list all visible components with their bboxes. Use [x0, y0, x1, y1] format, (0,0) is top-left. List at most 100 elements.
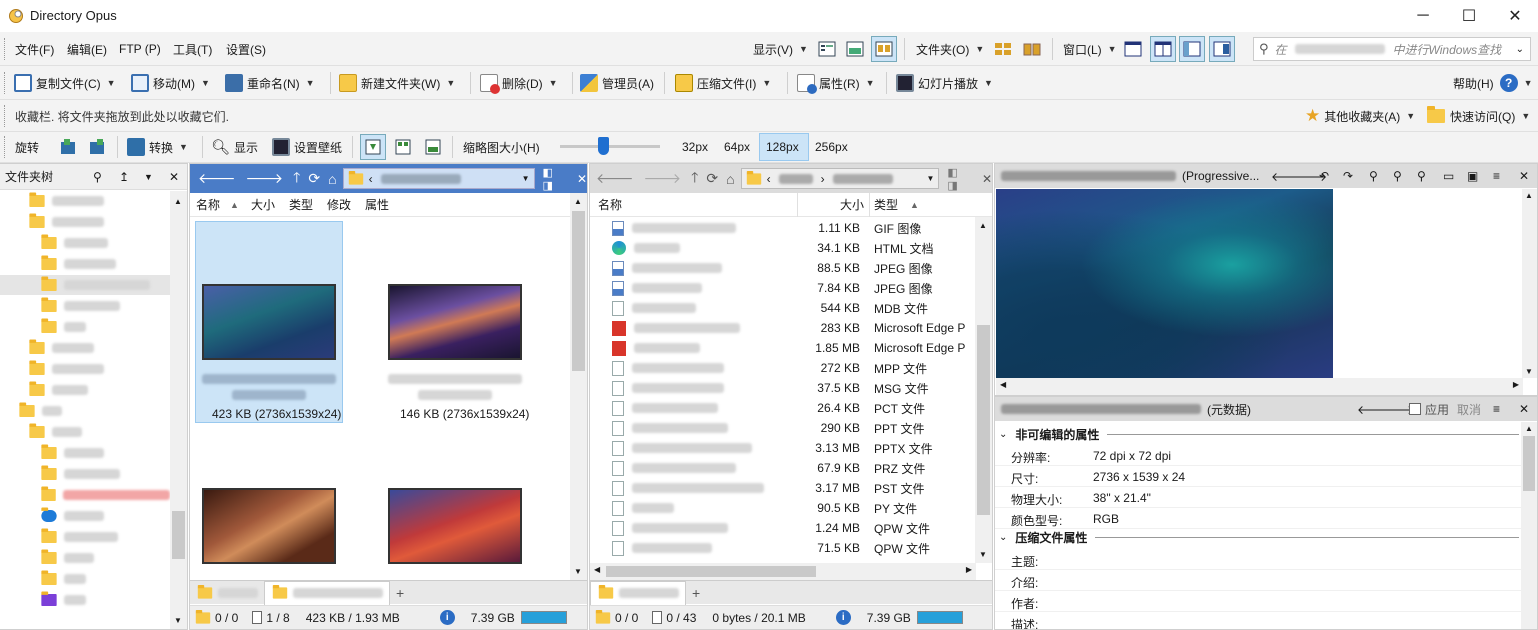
tree-item[interactable] [0, 254, 170, 274]
forward-icon[interactable]: 🡒 [644, 170, 682, 187]
metadata-row[interactable]: 主题: [995, 549, 1521, 570]
folder-pair-icon[interactable] [1019, 36, 1045, 62]
metadata-value[interactable]: 2736 x 1539 x 24 [1093, 470, 1185, 484]
col-type[interactable]: 类型 [874, 196, 898, 213]
admin-button[interactable]: 管理员(A) [580, 71, 654, 95]
add-tab-icon[interactable]: + [692, 585, 700, 601]
menu-tools[interactable]: 工具(T) [173, 37, 212, 61]
viewer-pane-icon[interactable] [1209, 36, 1235, 62]
col-type[interactable]: 类型 [289, 196, 313, 213]
col-size[interactable]: 大小 [840, 196, 864, 213]
tree-item[interactable] [0, 296, 170, 316]
tree-up-icon[interactable]: ↥ [119, 170, 129, 184]
pane-nav-icon[interactable]: ◧ ◨ [947, 166, 970, 192]
maximize-button[interactable]: ☐ [1446, 0, 1492, 32]
col-name[interactable]: 名称 [598, 196, 622, 213]
tab-folder-1[interactable] [190, 582, 264, 604]
tree-item[interactable] [0, 233, 170, 253]
menu-display[interactable]: 显示(V) ▼ [753, 37, 808, 61]
right-file-list[interactable]: 1.11 KB GIF 图像 34.1 KB HTML 文档 88.5 KB JPEG 图… [590, 218, 975, 563]
file-row[interactable]: 3.17 MB PST 文件 [590, 478, 970, 498]
details-view-icon[interactable] [814, 36, 840, 62]
size-256px-button[interactable]: 256px [815, 135, 848, 159]
new-folder-button[interactable]: 新建文件夹(W) ▼ [339, 71, 455, 95]
up-icon[interactable]: 🡑 [293, 167, 300, 191]
file-row[interactable]: 67.9 KB PRZ 文件 [590, 458, 970, 478]
file-row[interactable]: 290 KB PPT 文件 [590, 418, 970, 438]
thumbnail-size-slider[interactable] [560, 137, 660, 155]
tree-item[interactable] [0, 443, 170, 463]
back-icon[interactable]: 🡐 [596, 170, 634, 187]
help-button[interactable]: 帮助(H)? ▼ [1453, 71, 1533, 95]
col-size[interactable]: 大小 [251, 196, 275, 213]
thumbnail-view-icon[interactable] [871, 36, 897, 62]
zoom-in-icon[interactable]: ⚲ [1369, 169, 1378, 183]
dual-pane-icon[interactable] [1150, 36, 1176, 62]
viewer-menu-icon[interactable]: ≡ [1493, 169, 1500, 183]
section-header-noneditable[interactable]: ⌄ 非可编辑的属性 [999, 424, 1519, 444]
menu-file[interactable]: 文件(F) [15, 37, 54, 61]
file-row[interactable]: 88.5 KB JPEG 图像 [590, 258, 970, 278]
tree-item[interactable] [0, 422, 170, 442]
viewer-window-icon[interactable]: ▣ [1467, 169, 1478, 183]
file-row[interactable]: 37.5 KB MSG 文件 [590, 378, 970, 398]
rotate-left-icon[interactable] [56, 134, 82, 160]
rename-button[interactable]: 重命名(N) ▼ [225, 71, 315, 95]
meta-menu-icon[interactable]: ≡ [1493, 402, 1500, 416]
rotate-button[interactable]: 旋转 [15, 135, 39, 159]
file-row[interactable]: 26.4 KB PCT 文件 [590, 398, 970, 418]
tab-folder-1[interactable] [590, 580, 686, 605]
folder-tree-list[interactable] [0, 191, 170, 629]
home-icon[interactable]: ⌂ [726, 171, 734, 187]
show-button[interactable]: 🔍︎ 显示 [211, 135, 258, 159]
info-icon[interactable]: i [835, 610, 851, 625]
rotate-cw-icon[interactable]: ↷ [1343, 169, 1353, 183]
folder-layout-icon[interactable] [990, 36, 1016, 62]
file-row[interactable]: 3.13 MB PPTX 文件 [590, 438, 970, 458]
minimize-button[interactable]: ─ [1400, 0, 1446, 32]
file-row[interactable]: 71.5 KB QPW 文件 [590, 538, 970, 558]
apply-label[interactable]: 应用 [1425, 401, 1449, 418]
size-64px-button[interactable]: 64px [724, 135, 750, 159]
delete-button[interactable]: 删除(D) ▼ [480, 71, 558, 95]
file-row[interactable]: 34.1 KB HTML 文档 [590, 238, 970, 258]
add-tab-icon[interactable]: + [396, 585, 404, 601]
zoom-fit-icon[interactable]: ⚲ [1417, 169, 1426, 183]
tree-item[interactable] [0, 548, 170, 568]
tree-item[interactable] [0, 590, 170, 610]
tree-close-icon[interactable]: ✕ [169, 170, 179, 184]
tree-item[interactable] [0, 506, 170, 526]
forward-icon[interactable]: 🡒 [246, 170, 284, 187]
rotate-right-icon[interactable] [85, 134, 111, 160]
menu-settings[interactable]: 设置(S) [226, 37, 266, 61]
file-row[interactable]: 1.24 MB QPW 文件 [590, 518, 970, 538]
viewer-full-icon[interactable]: ▭ [1443, 169, 1454, 183]
close-button[interactable]: ✕ [1492, 0, 1538, 32]
col-name[interactable]: 名称 [196, 196, 220, 213]
other-favorites-button[interactable]: ★ 其他收藏夹(A) ▼ [1305, 104, 1415, 128]
tree-item[interactable] [0, 464, 170, 484]
thumbs-grid-icon[interactable] [390, 134, 416, 160]
left-path-field[interactable]: ‹ ▼ [342, 168, 535, 189]
metadata-value[interactable]: RGB [1093, 512, 1119, 526]
up-icon[interactable]: 🡑 [691, 167, 698, 191]
meta-close-icon[interactable]: ✕ [1519, 402, 1529, 416]
cancel-label[interactable]: 取消 [1457, 401, 1481, 418]
metadata-row[interactable]: 介绍: [995, 570, 1521, 591]
slider-thumb[interactable] [598, 137, 609, 155]
tree-item[interactable] [0, 359, 170, 379]
tree-menu-icon[interactable]: ▼ [144, 172, 153, 182]
single-pane-icon[interactable] [1120, 36, 1146, 62]
refresh-icon[interactable]: ⟳ [308, 170, 320, 187]
quick-access-button[interactable]: 快速访问(Q) ▼ [1427, 104, 1530, 128]
tree-pane-icon[interactable] [1179, 36, 1205, 62]
thumbs-large-icon[interactable] [420, 134, 446, 160]
size-32px-button[interactable]: 32px [682, 135, 708, 159]
tree-item[interactable] [0, 527, 170, 547]
tree-item[interactable] [0, 338, 170, 358]
menu-window[interactable]: 窗口(L) ▼ [1063, 37, 1117, 61]
tree-item[interactable] [0, 275, 170, 295]
tree-search-icon[interactable]: ⚲ [93, 170, 102, 184]
tree-item[interactable] [0, 401, 170, 421]
file-row[interactable]: 544 KB MDB 文件 [590, 298, 970, 318]
